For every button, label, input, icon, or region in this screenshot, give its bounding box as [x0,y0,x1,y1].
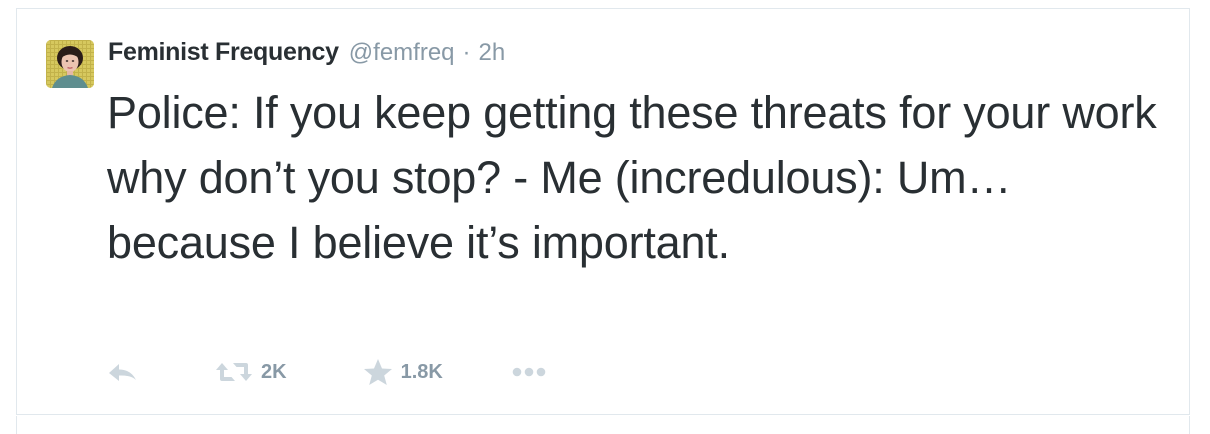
more-button[interactable] [511,366,551,378]
tweet-header: Feminist Frequency @femfreq · 2h [108,38,505,72]
retweet-icon [216,363,252,381]
reply-button[interactable] [107,360,141,384]
retweet-count: 2K [261,360,287,383]
card-divider [16,8,1190,9]
header-separator: · [462,39,471,66]
tweet-actions: 2K 1.8K [107,356,551,388]
avatar[interactable] [46,40,94,88]
favorite-count: 1.8K [400,360,443,383]
reply-icon [109,364,136,381]
favorite-button[interactable]: 1.8K [363,358,443,386]
tweet-text: Police: If you keep getting these threat… [107,87,1157,268]
retweet-button[interactable]: 2K [215,360,287,384]
star-icon [363,359,392,385]
author-username[interactable]: @femfreq [349,39,455,67]
more-icon [512,367,546,377]
tweet-page: Feminist Frequency @femfreq · 2h Police:… [0,0,1210,434]
next-tweet-edge [16,416,1190,434]
author-full-name[interactable]: Feminist Frequency [108,38,339,67]
timestamp-link[interactable]: 2h [479,39,506,67]
avatar-image [46,40,94,88]
